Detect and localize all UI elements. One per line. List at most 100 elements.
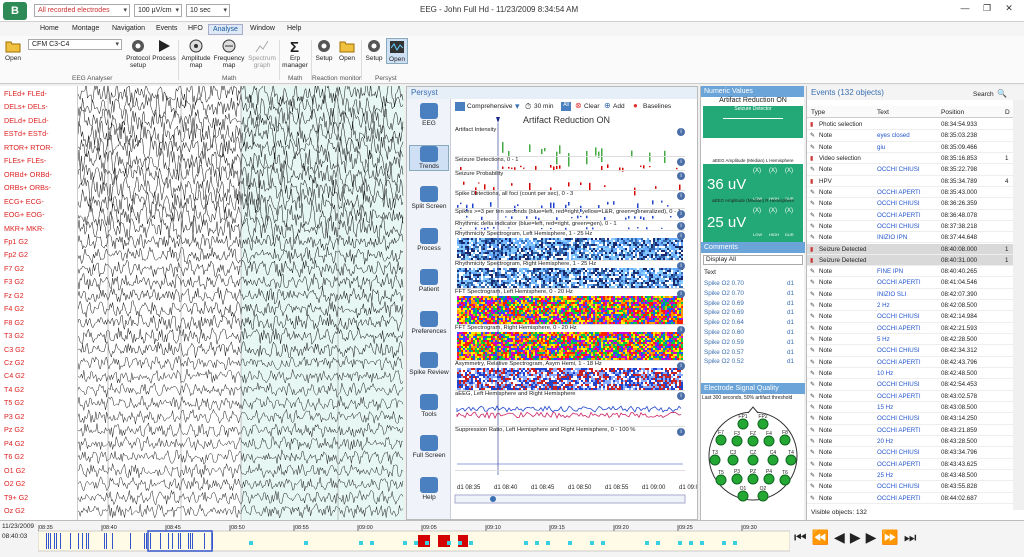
channel-label[interactable]: DELs+ DELs- <box>4 102 48 111</box>
process-button[interactable]: Process <box>152 38 176 62</box>
forward-icon[interactable]: ⏩ <box>881 529 903 545</box>
comments-filter[interactable]: Display All <box>703 255 803 265</box>
comment-item[interactable]: Spike O2 0.69 <box>704 300 744 307</box>
trend-row[interactable]: Spike Detections, all foci (count per se… <box>455 191 685 209</box>
channel-label[interactable]: P3 G2 <box>4 412 24 421</box>
event-row[interactable]: ✎ Note OCCHI CHIUSI 08:43:55.828 <box>807 481 1019 493</box>
timeline-track[interactable]: 08:35 08:40 08:45 08:50 08:55 09:00 09:05 09:10… <box>38 521 790 557</box>
channel-label[interactable]: C4 G2 <box>4 371 25 380</box>
channel-label[interactable]: T5 G2 <box>4 398 24 407</box>
event-row[interactable]: ✎ Note INIZIO IPN 08:37:44.648 <box>807 232 1019 244</box>
channel-label[interactable]: T3 G2 <box>4 331 24 340</box>
channel-label[interactable]: O2 G2 <box>4 479 25 488</box>
comment-item[interactable]: Spike O2 0.60 <box>704 329 744 336</box>
spectrum-graph-button[interactable]: Spectrum graph <box>246 38 278 69</box>
channel-label[interactable]: Fp1 G2 <box>4 237 28 246</box>
info-icon[interactable]: i <box>677 290 685 298</box>
info-icon[interactable]: i <box>677 362 685 370</box>
channel-label[interactable]: P4 G2 <box>4 439 24 448</box>
channel-label[interactable]: T4 G2 <box>4 385 24 394</box>
event-row[interactable]: ✎ Note OCCHI CHIUSI 08:43:34.796 <box>807 447 1019 459</box>
event-row[interactable]: ✎ Note 20 Hz 08:43:28.500 <box>807 436 1019 448</box>
menu-window[interactable]: Window <box>246 24 279 33</box>
menu-navigation[interactable]: Navigation <box>108 24 149 33</box>
open-button[interactable]: Open <box>3 38 23 62</box>
event-row[interactable]: ✎ Note OCCHI CHIUSI 08:42:14.984 <box>807 311 1019 323</box>
duration-select[interactable]: 30 min <box>534 103 554 110</box>
info-icon[interactable]: i <box>677 392 685 400</box>
protocol-setup-button[interactable]: Protocol setup <box>125 38 151 69</box>
baselines-select[interactable]: Baselines <box>643 103 671 110</box>
step-forward-icon[interactable]: ▶ <box>866 529 882 545</box>
trend-row[interactable]: Seizure Probability i <box>455 171 685 191</box>
event-row[interactable]: ✎ Note giu 08:35:09.466 <box>807 142 1019 153</box>
event-row[interactable]: ✎ Note eyes closed 08:35:03.238 <box>807 130 1019 142</box>
event-row[interactable]: ✎ Note 25 Hz 08:43:48.500 <box>807 470 1019 482</box>
clear-button[interactable]: Clear <box>584 103 600 110</box>
event-row[interactable]: ✎ Note 5 Hz 08:42:28.500 <box>807 334 1019 346</box>
comment-item[interactable]: Spike O2 0.70 <box>704 290 744 297</box>
minimize-button[interactable]: — <box>956 3 974 17</box>
event-row[interactable]: ✎ Note 10 Hz 08:42:48.500 <box>807 368 1019 380</box>
trend-row[interactable]: Rhythmicity Spectrogram, Left Hemisphere… <box>455 231 685 261</box>
nav-tools[interactable]: Tools <box>409 393 449 418</box>
channel-label[interactable]: RTOR+ RTOR- <box>4 143 53 152</box>
last-icon[interactable]: ⏭ <box>904 529 922 545</box>
channel-label[interactable]: Fz G2 <box>4 291 24 300</box>
channel-label[interactable]: MKR+ MKR- <box>4 224 45 233</box>
trends-area[interactable]: Artifact Reduction ON d1 08:35 d1 08:40 d1… <box>453 115 697 519</box>
comment-item[interactable]: Spike O2 0.52 <box>704 358 744 365</box>
channel-label[interactable]: Fp2 G2 <box>4 250 28 259</box>
event-row[interactable]: ✎ Note OCCHI CHIUSI 08:42:54.453 <box>807 379 1019 391</box>
nav-trends[interactable]: Trends <box>409 144 449 171</box>
nav-process[interactable]: Process <box>409 227 449 252</box>
frequency-map-button[interactable]: Frequency map <box>213 38 245 69</box>
trend-row[interactable]: Rhythmicity Spectrogram, Right Hemispher… <box>455 261 685 289</box>
add-button[interactable]: Add <box>613 103 625 110</box>
event-row[interactable]: ✎ Note OCCHI APERTI 08:41:04.546 <box>807 277 1019 289</box>
event-row[interactable]: ✎ Note OCCHI APERTI 08:43:21.859 <box>807 425 1019 436</box>
step-back-icon[interactable]: ◀ <box>834 529 850 545</box>
nav-eeg[interactable]: EEG <box>409 103 449 127</box>
nav-spike-review[interactable]: Spike Review <box>409 352 449 376</box>
event-row[interactable]: ✎ Note INIZIO SLI 08:42:07.390 <box>807 289 1019 301</box>
menu-montage[interactable]: Montage <box>68 24 103 33</box>
comment-item[interactable]: Spike O2 0.59 <box>704 339 744 346</box>
channel-label[interactable]: ORBd+ ORBd- <box>4 170 52 179</box>
channel-label[interactable]: F3 G2 <box>4 277 24 286</box>
trend-row[interactable]: Rhythmic delta indicator (blue=left, red… <box>455 221 685 231</box>
col-position[interactable]: Position <box>941 109 964 116</box>
persyst-setup-button[interactable]: Setup <box>363 38 385 62</box>
info-icon[interactable]: i <box>677 192 685 200</box>
event-row[interactable]: ✎ Note OCCHI APERTI 08:43:43.625 <box>807 459 1019 470</box>
search-button[interactable]: Search <box>973 88 994 102</box>
timeline[interactable]: 11/23/2009 08:40:03 08:35 08:40 08:45 08:50… <box>0 520 1024 557</box>
reaction-setup-button[interactable]: Setup <box>313 38 335 62</box>
info-icon[interactable]: i <box>677 262 685 270</box>
event-row[interactable]: ✎ Note OCCHI APERTI 08:42:43.796 <box>807 357 1019 369</box>
event-row[interactable]: ✎ Note OCCHI CHIUSI 08:42:34.312 <box>807 345 1019 357</box>
channel-label[interactable]: T9+ G2 <box>4 493 28 502</box>
channel-label[interactable]: FLEd+ FLEd- <box>4 89 47 98</box>
comment-item[interactable]: Spike O2 0.70 <box>704 280 744 287</box>
event-row[interactable]: ✎ Note 2 Hz 08:42:08.500 <box>807 300 1019 312</box>
restore-button[interactable]: ❐ <box>978 3 996 17</box>
channel-label[interactable]: T6 G2 <box>4 452 24 461</box>
trend-row[interactable]: FFT Spectrogram, Right Hemisphere, 0 - 2… <box>455 325 685 361</box>
channel-label[interactable]: DELd+ DELd- <box>4 116 49 125</box>
col-text[interactable]: Text <box>877 109 889 116</box>
electrodes-select[interactable]: All recorded electrodes <box>34 4 130 17</box>
channel-label[interactable]: F7 G2 <box>4 264 24 273</box>
event-row[interactable]: ✎ Note OCCHI CHIUSI 08:37:38.218 <box>807 221 1019 233</box>
comment-item[interactable]: Spike O2 0.69 <box>704 309 744 316</box>
event-row[interactable]: ▮ Seizure Detected 08:40:31.000 1 <box>807 254 1019 267</box>
all-icon[interactable]: All <box>561 102 571 111</box>
nav-help[interactable]: Help <box>409 476 449 501</box>
event-row[interactable]: ✎ Note FINE IPN 08:40:40.265 <box>807 266 1019 278</box>
menu-help[interactable]: Help <box>283 24 305 33</box>
nav-patient[interactable]: Patient <box>409 269 449 293</box>
view-select[interactable]: Comprehensive <box>467 103 513 110</box>
trend-row[interactable]: Spikes >=3 per ten seconds (blue=left, r… <box>455 209 685 221</box>
info-icon[interactable]: i <box>677 210 685 218</box>
info-icon[interactable]: i <box>677 232 685 240</box>
